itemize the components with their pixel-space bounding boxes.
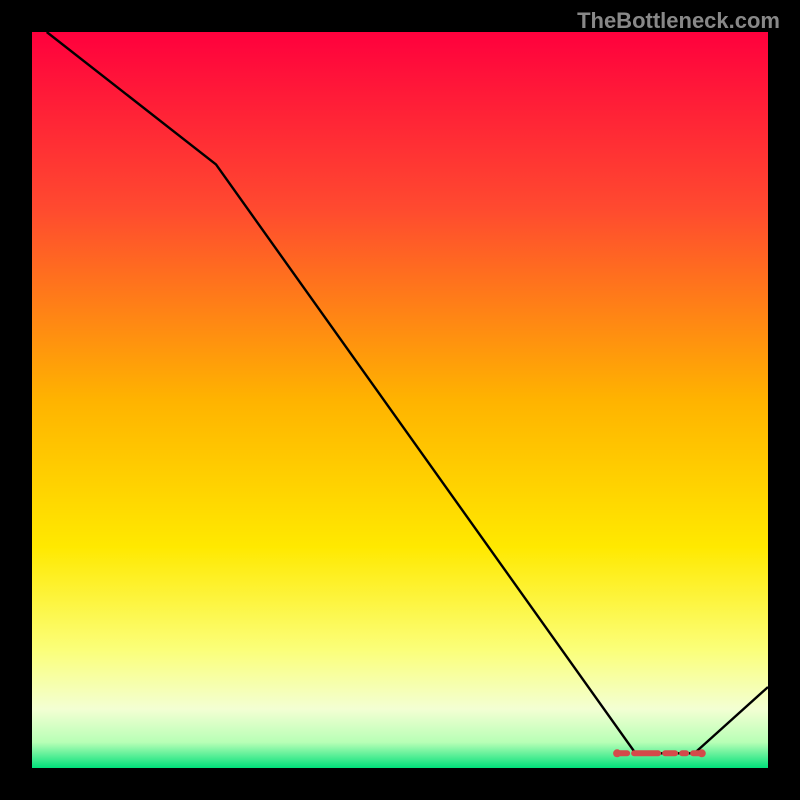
gradient-background [32,32,768,768]
chart-container: TheBottleneck.com [0,0,800,800]
optimal-band-end-dot [698,749,706,757]
watermark-text: TheBottleneck.com [577,8,780,34]
chart-svg [32,32,768,768]
optimal-band-start-dot [613,749,621,757]
plot-area [32,32,768,768]
